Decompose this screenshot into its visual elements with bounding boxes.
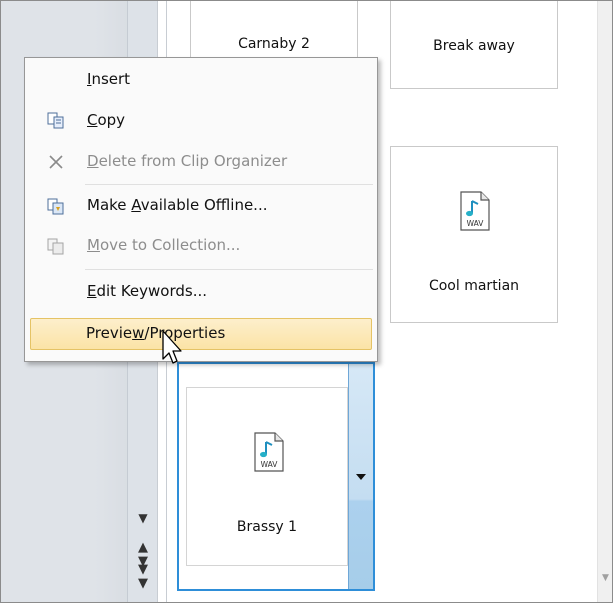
menu-item-move-to-collection[interactable]: Move to Collection...: [27, 230, 375, 262]
clip-art-window: ▼ ▲ ▼ ▼ ▼ Carnaby 2 Break away WAV Cool ma…: [0, 0, 613, 603]
menu-item-label: Insert: [87, 70, 131, 88]
results-scrollbar[interactable]: ▼: [597, 1, 612, 602]
dropdown-arrow-icon: [356, 474, 366, 480]
menu-item-label: Make Available Offline...: [87, 196, 268, 214]
menu-item-make-available-offline[interactable]: Make Available Offline...: [27, 190, 375, 222]
clip-label: Cool martian: [428, 278, 520, 294]
wav-file-icon: WAV: [254, 432, 284, 472]
menu-item-copy[interactable]: Copy: [27, 105, 375, 137]
menu-item-delete[interactable]: Delete from Clip Organizer: [27, 146, 375, 178]
menu-item-label: Edit Keywords...: [87, 282, 208, 300]
context-menu: Insert Copy Delete from Clip Organizer M…: [24, 57, 378, 362]
wav-text: WAV: [467, 219, 485, 228]
copy-icon: [47, 112, 64, 129]
menu-item-label: Copy: [87, 111, 126, 129]
mouse-pointer-icon: [162, 330, 182, 364]
menu-item-label: Delete from Clip Organizer: [87, 152, 288, 170]
move-collection-icon: [47, 238, 64, 255]
clip-label: Brassy 1: [236, 519, 298, 535]
page-down-icon[interactable]: ▼ ▼: [128, 563, 158, 591]
offline-collection-icon: [47, 198, 64, 215]
menu-separator: [85, 269, 373, 270]
clip-label: Break away: [433, 38, 515, 54]
page-up-icon[interactable]: ▲ ▼: [128, 541, 158, 569]
delete-x-icon: [49, 155, 63, 169]
menu-separator: [85, 184, 373, 185]
clip-thumbnail-frame: WAV Brassy 1: [186, 387, 348, 566]
scroll-down-arrow-icon[interactable]: ▼: [598, 573, 612, 583]
clip-dropdown-button[interactable]: [348, 364, 373, 589]
clip-brassy-1-selected[interactable]: WAV Brassy 1: [177, 362, 375, 591]
scroll-down-arrow-icon[interactable]: ▼: [128, 506, 158, 530]
clip-cool-martian[interactable]: WAV Cool martian: [390, 146, 558, 323]
menu-item-insert[interactable]: Insert: [27, 64, 375, 96]
menu-item-label: Move to Collection...: [87, 236, 241, 254]
wav-text: WAV: [261, 460, 279, 469]
clip-break-away[interactable]: Break away: [390, 1, 558, 89]
menu-item-edit-keywords[interactable]: Edit Keywords...: [27, 276, 375, 308]
menu-item-label: Preview/Properties: [86, 324, 226, 342]
clip-label: Carnaby 2: [238, 36, 310, 52]
wav-file-icon: WAV: [460, 191, 490, 231]
menu-item-preview-properties[interactable]: Preview/Properties: [30, 318, 372, 350]
